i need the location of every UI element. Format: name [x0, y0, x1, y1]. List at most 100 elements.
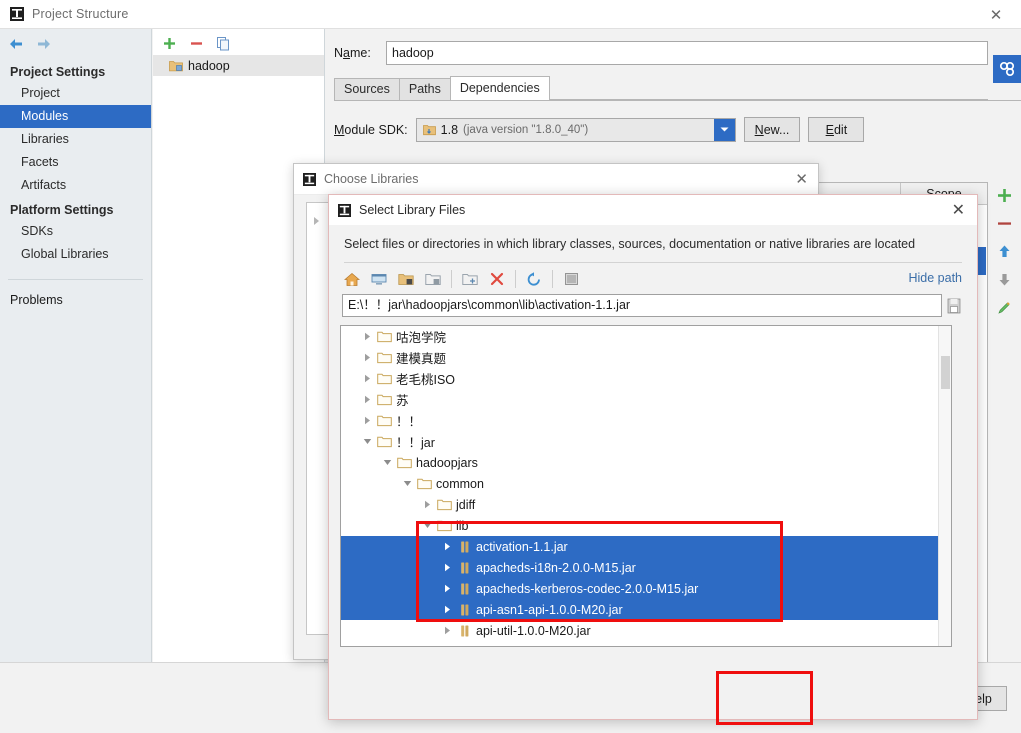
- module-folder-button[interactable]: [421, 268, 445, 290]
- folder-icon: [375, 435, 394, 448]
- sidebar-group-title-platform-settings: Platform Settings: [10, 203, 114, 217]
- chevron-down-icon[interactable]: [713, 118, 735, 141]
- close-icon[interactable]: ✕: [952, 200, 965, 220]
- file-path-input[interactable]: E:\！！jar\hadoopjars\common\lib\activatio…: [342, 294, 942, 317]
- triangle-right-icon[interactable]: [312, 216, 321, 226]
- triangle-down-icon[interactable]: [419, 521, 435, 530]
- folder-icon: [375, 330, 394, 343]
- add-dependency-button[interactable]: [997, 188, 1012, 203]
- project-folder-button[interactable]: [394, 268, 418, 290]
- jar-icon: [455, 603, 474, 617]
- triangle-right-icon[interactable]: [439, 605, 455, 614]
- show-hidden-files-button[interactable]: [559, 268, 583, 290]
- triangle-right-icon[interactable]: [359, 332, 375, 341]
- refresh-button[interactable]: [522, 268, 546, 290]
- file-tree-row[interactable]: asm-3.2.jar: [341, 641, 951, 647]
- triangle-down-icon[interactable]: [359, 437, 375, 446]
- sidebar-item-modules[interactable]: Modules: [0, 105, 151, 128]
- jar-icon: [455, 540, 474, 554]
- file-tree-row[interactable]: api-asn1-api-1.0.0-M20.jar: [341, 599, 951, 620]
- triangle-right-icon[interactable]: [359, 353, 375, 362]
- file-tree-row[interactable]: jdiff: [341, 494, 951, 515]
- back-arrow-icon[interactable]: [8, 36, 24, 52]
- tabs-filler: [548, 99, 988, 100]
- triangle-right-icon[interactable]: [359, 416, 375, 425]
- triangle-right-icon[interactable]: [439, 563, 455, 572]
- save-path-icon[interactable]: [946, 297, 962, 315]
- move-down-button[interactable]: [997, 272, 1012, 287]
- sidebar-item-sdks[interactable]: SDKs: [0, 220, 151, 243]
- module-name-input[interactable]: hadoop: [386, 41, 988, 65]
- module-list-item-hadoop[interactable]: hadoop: [153, 55, 324, 76]
- file-tree-row[interactable]: 咕泡学院: [341, 326, 951, 347]
- copy-icon[interactable]: [217, 36, 230, 51]
- file-tree-scrollbar[interactable]: [938, 326, 951, 646]
- triangle-right-icon[interactable]: [359, 374, 375, 383]
- jar-icon: [455, 582, 474, 596]
- tab-sources[interactable]: Sources: [334, 78, 400, 100]
- file-tree-row-label: 咕泡学院: [396, 331, 447, 345]
- sidebar-item-artifacts[interactable]: Artifacts: [0, 174, 151, 197]
- edit-dependency-button[interactable]: [997, 300, 1012, 315]
- sidebar-item-libraries[interactable]: Libraries: [0, 128, 151, 151]
- sdk-version-detail: (java version "1.8.0_40"): [463, 123, 589, 136]
- module-sdk-select[interactable]: 1.8 (java version "1.8.0_40"): [415, 117, 736, 142]
- close-icon[interactable]: ✕: [795, 170, 808, 188]
- file-tree-row[interactable]: ！！jar: [341, 431, 951, 452]
- move-up-button[interactable]: [997, 244, 1012, 259]
- sidebar-divider: [8, 279, 143, 280]
- triangle-right-icon[interactable]: [439, 584, 455, 593]
- toolbar-divider: [552, 270, 553, 288]
- file-tree[interactable]: 咕泡学院建模真题 老毛桃ISO 苏 ！！ ！！jar hadoopjars common jd…: [340, 325, 952, 647]
- file-tree-row[interactable]: 老毛桃ISO: [341, 368, 951, 389]
- new-folder-button[interactable]: [458, 268, 482, 290]
- intellij-logo-icon: [303, 172, 316, 186]
- tab-paths[interactable]: Paths: [398, 78, 451, 100]
- toolbar-divider: [451, 270, 452, 288]
- sidebar-item-problems[interactable]: Problems: [0, 289, 151, 312]
- triangle-down-icon[interactable]: [379, 458, 395, 467]
- file-tree-scrollbar-thumb[interactable]: [941, 356, 950, 389]
- triangle-right-icon[interactable]: [439, 626, 455, 635]
- sidebar-item-global-libraries[interactable]: Global Libraries: [0, 243, 151, 266]
- triangle-down-icon[interactable]: [399, 479, 415, 488]
- file-tree-row-label: apacheds-kerberos-codec-2.0.0-M15.jar: [476, 581, 699, 596]
- file-tree-row[interactable]: 苏: [341, 389, 951, 410]
- file-tree-row[interactable]: 建模真题: [341, 347, 951, 368]
- sidebar-item-project[interactable]: Project: [0, 82, 151, 105]
- close-icon[interactable]: ✕: [979, 0, 1013, 29]
- file-tree-row[interactable]: activation-1.1.jar: [341, 536, 951, 557]
- delete-button[interactable]: [485, 268, 509, 290]
- intellij-logo-icon: [10, 7, 24, 21]
- sidebar-item-facets[interactable]: Facets: [0, 151, 151, 174]
- remove-dependency-button[interactable]: [997, 216, 1012, 231]
- edit-sdk-button[interactable]: Edit: [808, 117, 865, 142]
- file-tree-row[interactable]: ！！: [341, 410, 951, 431]
- sdk-folder-icon: [422, 124, 436, 136]
- jar-icon: [455, 561, 474, 575]
- jar-icon: [455, 645, 474, 647]
- file-tree-row[interactable]: apacheds-i18n-2.0.0-M15.jar: [341, 557, 951, 578]
- new-sdk-button[interactable]: New...: [743, 117, 801, 142]
- file-tree-row[interactable]: api-util-1.0.0-M20.jar: [341, 620, 951, 641]
- tab-dependencies[interactable]: Dependencies: [449, 76, 550, 100]
- file-tree-row[interactable]: apacheds-kerberos-codec-2.0.0-M15.jar: [341, 578, 951, 599]
- desktop-button[interactable]: [367, 268, 391, 290]
- folder-icon: [435, 519, 454, 532]
- home-button[interactable]: [340, 268, 364, 290]
- file-tree-row-label: lib: [456, 518, 469, 533]
- file-tree-row[interactable]: common: [341, 473, 951, 494]
- file-tree-row[interactable]: lib: [341, 515, 951, 536]
- forward-arrow-icon[interactable]: [36, 36, 52, 52]
- triangle-right-icon[interactable]: [439, 542, 455, 551]
- folder-icon: [395, 456, 414, 469]
- hide-path-link[interactable]: Hide path: [908, 271, 962, 285]
- file-tree-row-label: apacheds-i18n-2.0.0-M15.jar: [476, 560, 636, 575]
- file-tree-row-label: ！！jar: [396, 436, 435, 450]
- settings-badge-icon[interactable]: [993, 55, 1021, 83]
- plus-icon[interactable]: [163, 37, 176, 50]
- triangle-right-icon[interactable]: [419, 500, 435, 509]
- minus-icon[interactable]: [190, 37, 203, 50]
- file-tree-row[interactable]: hadoopjars: [341, 452, 951, 473]
- triangle-right-icon[interactable]: [359, 395, 375, 404]
